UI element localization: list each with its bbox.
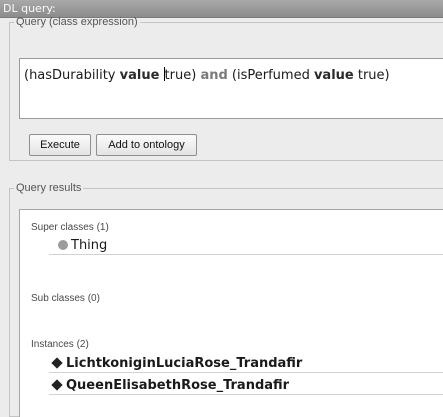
class-circle-icon <box>58 240 68 250</box>
instance-name: LichtkoniginLuciaRose_Trandafir <box>66 356 303 371</box>
individual-diamond-icon <box>51 379 63 391</box>
super-class-item[interactable]: Thing <box>49 237 443 255</box>
execute-button[interactable]: Execute <box>29 134 91 156</box>
expr-keyword-value-1: value <box>119 68 160 83</box>
individual-diamond-icon <box>51 357 63 369</box>
expr-part-2b: true) <box>164 68 201 83</box>
super-classes-label: Super classes (1) <box>31 222 109 233</box>
class-expression-editor[interactable]: (hasDurability value true) and (isPerfum… <box>19 58 443 119</box>
sub-classes-label: Sub classes (0) <box>31 293 100 304</box>
expr-part-3: (isPerfumed <box>227 68 314 83</box>
instance-name: QueenElisabethRose_Trandafir <box>66 378 290 393</box>
class-expression-text[interactable]: (hasDurability value true) and (isPerfum… <box>24 67 390 84</box>
super-class-name: Thing <box>71 238 108 253</box>
expr-keyword-and: and <box>200 68 228 83</box>
expr-part-1: (hasDurability <box>24 68 120 83</box>
query-results-list[interactable]: Super classes (1) Thing Sub classes (0) … <box>19 209 443 417</box>
add-to-ontology-button[interactable]: Add to ontology <box>96 134 197 156</box>
expr-part-4: true) <box>353 68 390 83</box>
query-group-legend: Query (class expression) <box>16 16 138 28</box>
results-group-legend: Query results <box>16 182 82 194</box>
expr-keyword-value-2: value <box>313 68 354 83</box>
instances-label: Instances (2) <box>31 339 89 350</box>
window-title: DL query: <box>3 2 56 15</box>
instance-item[interactable]: QueenElisabethRose_Trandafir <box>49 377 443 395</box>
instance-item[interactable]: LichtkoniginLuciaRose_Trandafir <box>49 355 443 373</box>
